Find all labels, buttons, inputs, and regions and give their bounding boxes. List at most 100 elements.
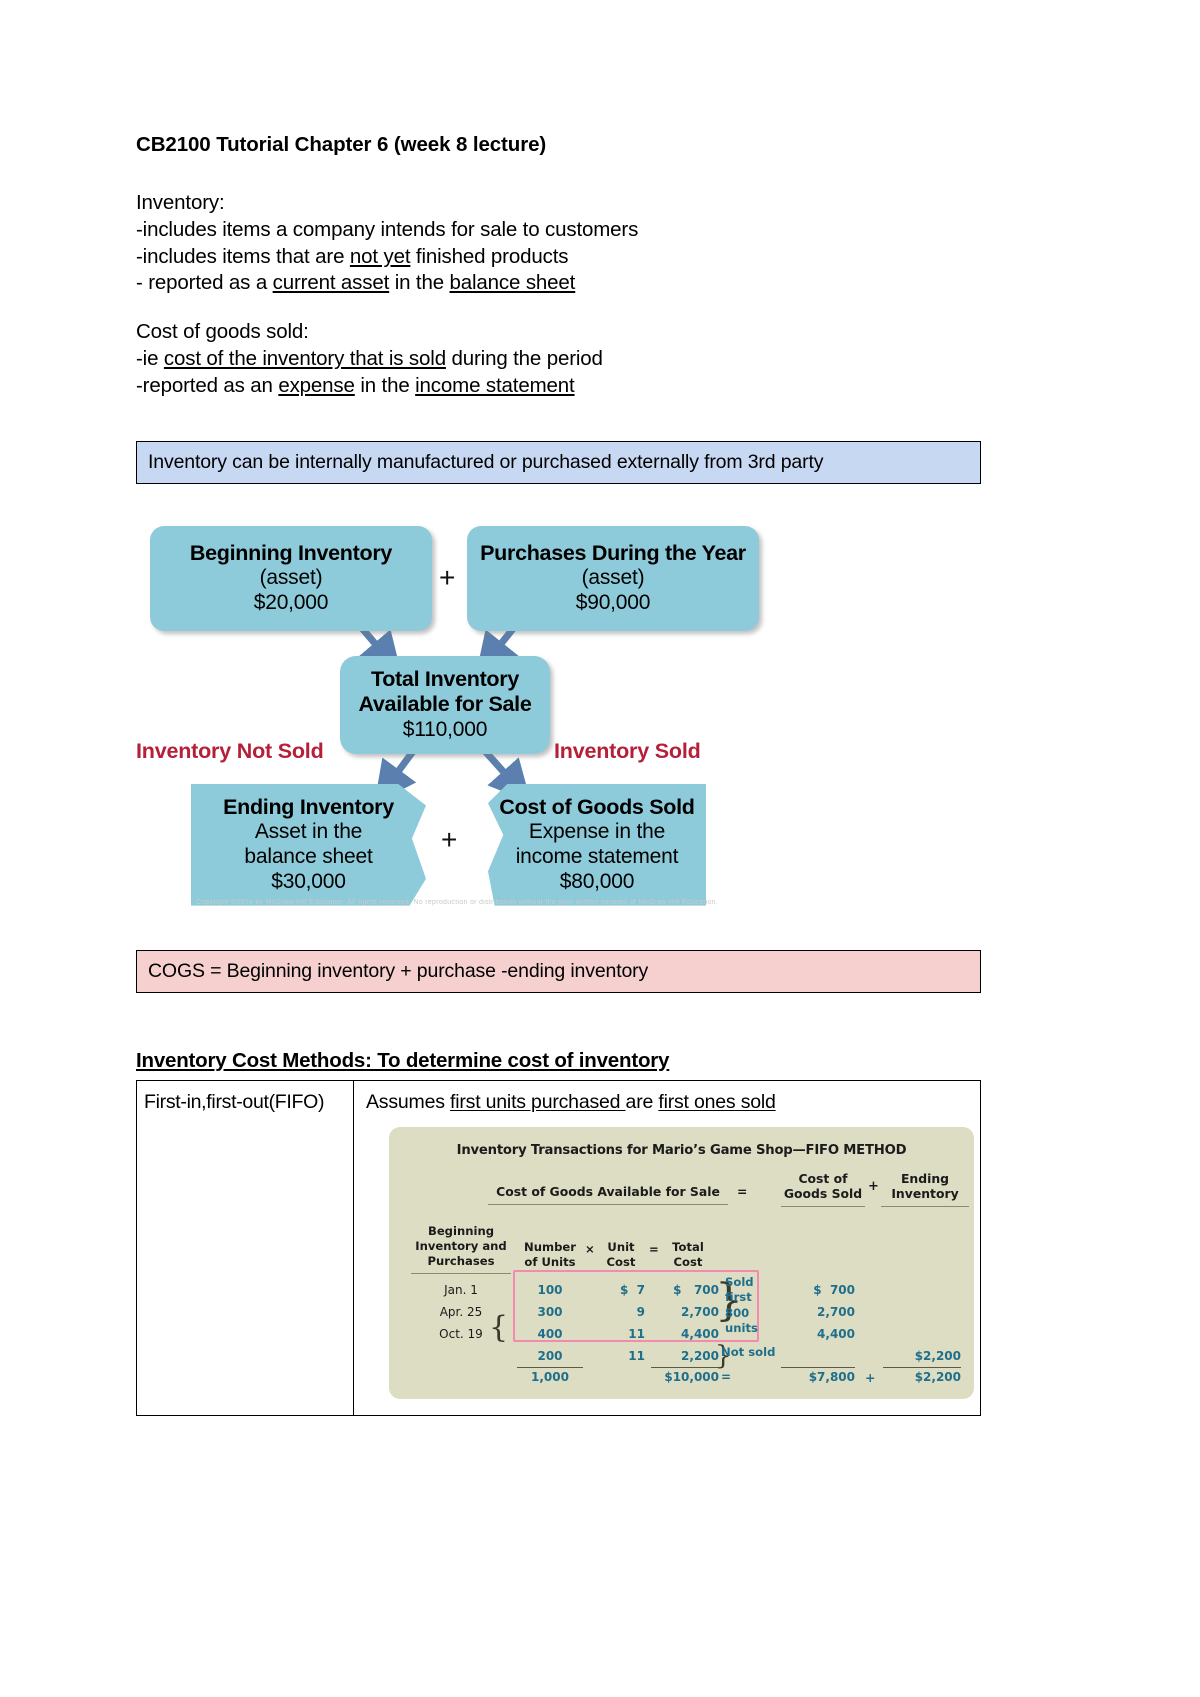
header-line-1: Number xyxy=(524,1239,576,1254)
inventory-flow-diagram: Beginning Inventory (asset) $20,000 + Pu… xyxy=(136,512,981,912)
figure-column-header-unit-cost: Unit Cost xyxy=(597,1240,645,1270)
inventory-notes: Inventory: -includes items a company int… xyxy=(136,190,981,297)
brace-oct-group: { xyxy=(489,1309,509,1345)
text-fragment: during the period xyxy=(445,346,603,370)
figure-equals-sign-top: = xyxy=(737,1183,748,1199)
figure-cogs-column: $ 700 2,700 4,400 xyxy=(781,1279,855,1345)
cell-totalcost-row-1: $ 700 xyxy=(673,1282,719,1297)
figure-total-cost-column: $ 700 2,700 4,400 2,200 xyxy=(651,1279,719,1367)
label-inventory-not-sold: Inventory Not Sold xyxy=(136,738,324,763)
cell-unitcost-row-2: 9 xyxy=(636,1304,645,1319)
figure-note-sold-first: Sold first 800 units xyxy=(725,1275,771,1337)
node-amount: $20,000 xyxy=(253,590,329,614)
inventory-cost-methods-table: First-in,first-out(FIFO) Assumes first u… xyxy=(136,1079,981,1416)
text-fragment: finished products xyxy=(410,244,569,268)
fifo-transactions-figure: Inventory Transactions for Mario’s Game … xyxy=(389,1126,974,1399)
text-fragment: are xyxy=(625,1090,659,1113)
node-subtitle-line-2: income statement xyxy=(515,844,679,868)
cell-cogs-row-3: 4,400 xyxy=(817,1326,855,1341)
callout-text: Inventory can be internally manufactured… xyxy=(148,450,824,473)
figure-note-not-sold: Not sold xyxy=(721,1344,776,1359)
node-title: Ending Inventory xyxy=(223,794,394,819)
cell-units-row-1: 100 xyxy=(537,1282,563,1297)
table-row-label-fifo: First-in,first-out(FIFO) xyxy=(137,1080,354,1415)
document-content: CB2100 Tutorial Chapter 6 (week 8 lectur… xyxy=(136,131,981,1416)
text-fragment: -ie xyxy=(136,346,164,370)
note-line-2: first xyxy=(725,1290,752,1305)
figure-column-header-beginning-inventory: Beginning Inventory and Purchases xyxy=(411,1224,511,1274)
node-subtitle-line-2: balance sheet xyxy=(244,844,373,868)
header-line-1: Ending xyxy=(900,1170,950,1186)
header-line-2: of Units xyxy=(524,1254,576,1269)
plus-operator-bottom: + xyxy=(441,823,458,855)
cell-totalcost-row-4: 2,200 xyxy=(681,1348,719,1363)
underlined-term: balance sheet xyxy=(449,271,576,295)
figure-column-header-total-cost: Total Cost xyxy=(661,1240,715,1270)
cell-unitcost-row-4: 11 xyxy=(628,1348,645,1363)
underlined-term: not yet xyxy=(349,244,411,268)
figure-units-column: 100 300 400 200 xyxy=(517,1279,583,1367)
figure-equals-sign-bottom: = xyxy=(721,1369,732,1384)
figure-header-ending-inventory: Ending Inventory xyxy=(881,1171,969,1207)
node-amount: $90,000 xyxy=(575,590,651,614)
figure-total-cogs: $7,800 xyxy=(781,1366,855,1384)
underlined-term: income statement xyxy=(415,373,575,397)
flow-node-cost-of-goods-sold: Cost of Goods Sold Expense in the income… xyxy=(488,783,706,906)
underlined-term: current asset xyxy=(272,271,390,295)
figure-header-cost-of-goods-available: Cost of Goods Available for Sale xyxy=(488,1184,728,1205)
node-subtitle: (asset) xyxy=(581,565,645,589)
underlined-term: first units purchased xyxy=(450,1090,626,1113)
figure-header-cost-of-goods-sold: Cost of Goods Sold xyxy=(781,1171,865,1207)
text-fragment: Assumes xyxy=(366,1090,451,1113)
figure-total-units: 1,000 xyxy=(517,1366,583,1384)
figure-multiply-sign: × xyxy=(585,1241,595,1256)
callout-inventory-sources: Inventory can be internally manufactured… xyxy=(136,440,981,484)
node-subtitle-line-1: Expense in the xyxy=(528,820,666,844)
document-page: CB2100 Tutorial Chapter 6 (week 8 lectur… xyxy=(0,0,1200,1697)
header-line-2: Inventory xyxy=(891,1186,959,1202)
inventory-heading: Inventory: xyxy=(136,191,225,214)
node-amount: $110,000 xyxy=(402,717,488,741)
text-fragment: in the xyxy=(354,373,416,397)
table-cell-fifo-description: Assumes first units purchased are first … xyxy=(354,1081,980,1415)
header-line-2: Inventory and xyxy=(415,1238,507,1253)
row-date-jan: Jan. 1 xyxy=(444,1282,478,1297)
node-subtitle: (asset) xyxy=(259,565,323,589)
header-line-1: Cost of xyxy=(798,1170,848,1186)
cell-units-row-3: 400 xyxy=(537,1326,563,1341)
cell-unitcost-row-3: 11 xyxy=(628,1326,645,1341)
node-amount: $30,000 xyxy=(271,869,346,893)
diagram-copyright-caption: Copyright ©2014 by McGraw-Hill Education… xyxy=(196,898,719,906)
figure-ending-inventory-column: $2,200 xyxy=(883,1345,961,1367)
header-line-1: Beginning xyxy=(427,1223,494,1238)
cogs-line-1: -ie cost of the inventory that is sold d… xyxy=(136,346,981,373)
header-line-1: Unit xyxy=(607,1239,635,1254)
figure-column-header-number-of-units: Number of Units xyxy=(517,1240,583,1270)
header-line-2: Cost xyxy=(606,1254,636,1269)
figure-total-ending-inventory: $2,200 xyxy=(883,1366,961,1384)
inventory-line-1: -includes items a company intends for sa… xyxy=(136,217,639,241)
cell-cogs-row-1: $ 700 xyxy=(813,1282,855,1297)
figure-total-cost: $10,000 xyxy=(651,1366,719,1384)
cogs-line-2: -reported as an expense in the income st… xyxy=(136,373,981,400)
figure-title: Inventory Transactions for Mario’s Game … xyxy=(456,1142,907,1158)
cogs-notes: Cost of goods sold: -ie cost of the inve… xyxy=(136,319,981,399)
cogs-heading: Cost of goods sold: xyxy=(136,320,309,344)
underlined-term: cost of the inventory that is sold xyxy=(163,346,446,370)
cell-cogs-row-2: 2,700 xyxy=(817,1304,855,1319)
callout-cogs-formula: COGS = Beginning inventory + purchase -e… xyxy=(136,949,981,993)
node-title: Cost of Goods Sold xyxy=(499,794,695,819)
cell-units-row-4: 200 xyxy=(537,1348,563,1363)
inventory-line-3: - reported as a current asset in the bal… xyxy=(136,270,981,297)
cell-unitcost-row-1: $ 7 xyxy=(619,1282,645,1297)
callout-text: COGS = Beginning inventory + purchase -e… xyxy=(148,959,649,982)
header-line-3: Purchases xyxy=(427,1253,495,1268)
flow-node-purchases: Purchases During the Year (asset) $90,00… xyxy=(467,525,759,631)
figure-equals-sign-columns: = xyxy=(649,1241,659,1256)
node-title-line-1: Total Inventory xyxy=(370,666,519,691)
underlined-term: first ones sold xyxy=(658,1090,776,1113)
header-line-2: Cost xyxy=(673,1254,703,1269)
inventory-line-2: -includes items that are not yet finishe… xyxy=(136,244,981,271)
figure-unit-cost-column: $ 7 9 11 11 xyxy=(589,1279,645,1367)
label-inventory-sold: Inventory Sold xyxy=(554,738,701,763)
